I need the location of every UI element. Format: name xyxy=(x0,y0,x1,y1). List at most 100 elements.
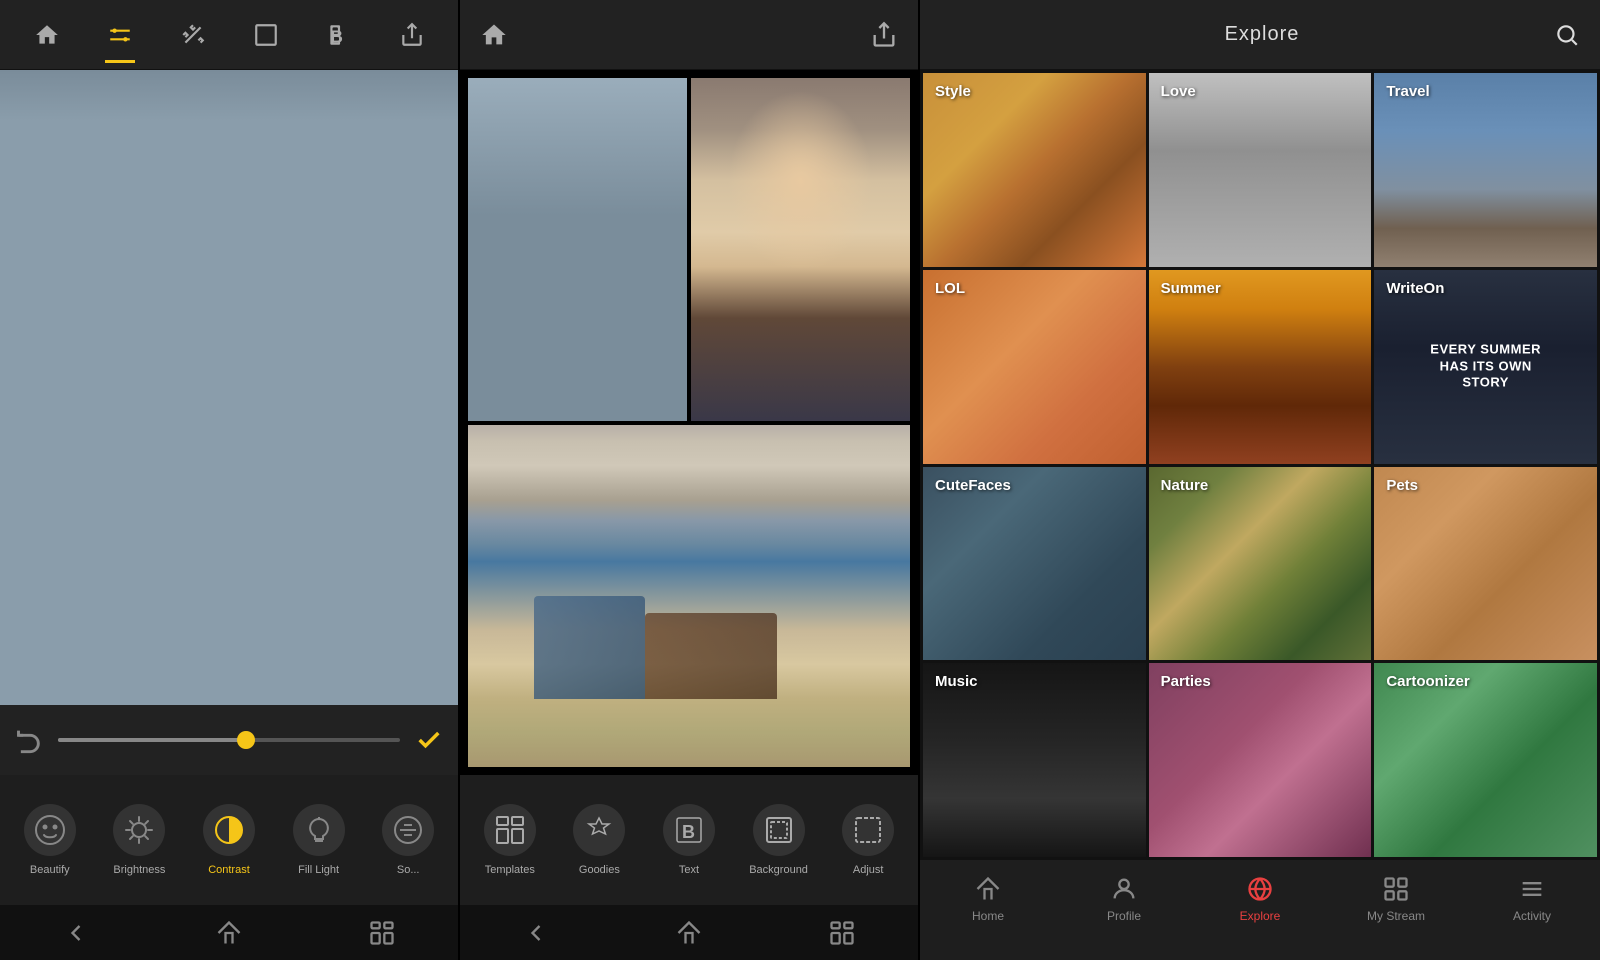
category-style[interactable]: Style xyxy=(923,73,1146,267)
editor-panel: B Beautify xyxy=(0,0,460,960)
explore-title: Explore xyxy=(1225,23,1300,46)
confirm-button[interactable] xyxy=(415,726,443,755)
writeon-label: WriteOn xyxy=(1386,280,1444,297)
style-label: Style xyxy=(935,83,971,100)
nav-home[interactable]: Home xyxy=(948,872,1028,923)
fill-light-icon xyxy=(293,804,345,856)
undo-button[interactable] xyxy=(15,726,43,754)
collage-back-icon[interactable] xyxy=(522,918,550,946)
category-love[interactable]: Love xyxy=(1149,73,1372,267)
editor-toolbar: B xyxy=(0,0,458,70)
pets-label: Pets xyxy=(1386,477,1418,494)
background-icon xyxy=(753,804,805,856)
category-pets[interactable]: Pets xyxy=(1374,467,1597,661)
home-nav-icon xyxy=(974,872,1002,903)
controls-bar xyxy=(0,705,458,775)
parties-label: Parties xyxy=(1161,673,1211,690)
svg-text:B: B xyxy=(682,822,695,842)
contrast-icon xyxy=(203,804,255,856)
collage-recents-icon[interactable] xyxy=(828,918,856,946)
collage-panel: Templates Goodies B Text Background Adju… xyxy=(460,0,920,960)
category-summer[interactable]: Summer xyxy=(1149,270,1372,464)
brightness-label: Brightness xyxy=(113,864,165,876)
background-tool[interactable]: Background xyxy=(744,804,814,876)
fill-light-tool[interactable]: Fill Light xyxy=(284,804,354,876)
category-travel[interactable]: Travel xyxy=(1374,73,1597,267)
recents-nav-icon[interactable] xyxy=(368,918,396,946)
collage-cell-1[interactable] xyxy=(468,78,687,421)
adjust-tool[interactable]: Adjust xyxy=(833,804,903,876)
tools-row: Beautify Brightness Contrast Fill Light … xyxy=(0,775,458,905)
collage-tools-row: Templates Goodies B Text Background Adju… xyxy=(460,775,918,905)
bold-icon[interactable]: B xyxy=(319,15,359,55)
goodies-tool[interactable]: Goodies xyxy=(564,804,634,876)
beautify-icon xyxy=(24,804,76,856)
activity-nav-label: Activity xyxy=(1513,909,1551,923)
background-label: Background xyxy=(749,864,808,876)
collage-cell-3[interactable] xyxy=(468,425,910,768)
wand-icon[interactable] xyxy=(173,15,213,55)
brightness-tool[interactable]: Brightness xyxy=(104,804,174,876)
explore-nav-label: Explore xyxy=(1240,909,1281,923)
nav-profile[interactable]: Profile xyxy=(1084,872,1164,923)
templates-tool[interactable]: Templates xyxy=(475,804,545,876)
writeon-subtext: EVERY SUMMER HAS ITS OWN STORY xyxy=(1430,341,1541,392)
explore-nav-icon xyxy=(1246,872,1274,903)
nature-label: Nature xyxy=(1161,477,1209,494)
home-nav-label: Home xyxy=(972,909,1004,923)
photo-image xyxy=(0,70,458,705)
collage-home-icon[interactable] xyxy=(480,21,508,49)
category-parties[interactable]: Parties xyxy=(1149,663,1372,857)
category-lol[interactable]: LOL xyxy=(923,270,1146,464)
category-cutefaces[interactable]: CuteFaces xyxy=(923,467,1146,661)
category-nature[interactable]: Nature xyxy=(1149,467,1372,661)
search-icon[interactable] xyxy=(1554,21,1580,48)
travel-label: Travel xyxy=(1386,83,1429,100)
collage-cell-2[interactable] xyxy=(691,78,910,421)
music-label: Music xyxy=(935,673,978,690)
share-icon[interactable] xyxy=(392,15,432,55)
category-writeon[interactable]: WriteOn EVERY SUMMER HAS ITS OWN STORY xyxy=(1374,270,1597,464)
nav-activity[interactable]: Activity xyxy=(1492,872,1572,923)
home-nav-icon[interactable] xyxy=(215,918,243,946)
extra-icon xyxy=(382,804,434,856)
text-icon: B xyxy=(663,804,715,856)
extra-tool[interactable]: So... xyxy=(373,804,443,876)
adjust-label: Adjust xyxy=(853,864,884,876)
contrast-slider[interactable] xyxy=(58,738,400,742)
collage-share-icon[interactable] xyxy=(870,21,898,49)
fill-light-label: Fill Light xyxy=(298,864,339,876)
collage-nav-bar xyxy=(460,905,918,960)
text-label: Text xyxy=(679,864,699,876)
collage-toolbar xyxy=(460,0,918,70)
beautify-tool[interactable]: Beautify xyxy=(15,804,85,876)
editor-nav-bar xyxy=(0,905,458,960)
collage-home-nav-icon[interactable] xyxy=(675,918,703,946)
lol-label: LOL xyxy=(935,280,965,297)
templates-label: Templates xyxy=(485,864,535,876)
templates-icon xyxy=(484,804,536,856)
goodies-icon xyxy=(573,804,625,856)
nav-mystream[interactable]: My Stream xyxy=(1356,872,1436,923)
home-icon[interactable] xyxy=(27,15,67,55)
mystream-nav-label: My Stream xyxy=(1367,909,1425,923)
adjust-icon xyxy=(842,804,894,856)
category-cartoonizer[interactable]: Cartoonizer xyxy=(1374,663,1597,857)
profile-nav-label: Profile xyxy=(1107,909,1141,923)
collage-area xyxy=(460,70,918,775)
category-music[interactable]: Music xyxy=(923,663,1146,857)
sliders-icon[interactable] xyxy=(100,15,140,55)
explore-nav-bar: Home Profile Explore My Stream Activity xyxy=(920,860,1600,960)
mystream-nav-icon xyxy=(1382,872,1410,903)
summer-label: Summer xyxy=(1161,280,1221,297)
extra-label: So... xyxy=(397,864,420,876)
contrast-tool[interactable]: Contrast xyxy=(194,804,264,876)
nav-explore[interactable]: Explore xyxy=(1220,872,1300,923)
text-tool[interactable]: B Text xyxy=(654,804,724,876)
love-label: Love xyxy=(1161,83,1196,100)
photo-area xyxy=(0,70,458,705)
crop-icon[interactable] xyxy=(246,15,286,55)
explore-grid: Style Love Travel LOL Summer WriteOn xyxy=(920,70,1600,860)
svg-text:B: B xyxy=(330,26,343,46)
back-nav-icon[interactable] xyxy=(62,918,90,946)
